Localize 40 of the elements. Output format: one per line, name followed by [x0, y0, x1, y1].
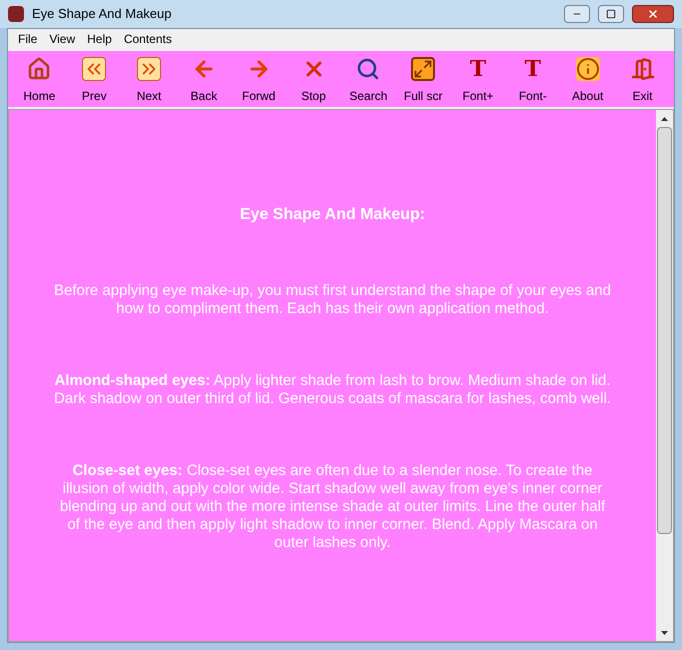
toolbar-button[interactable]: Exit [616, 57, 669, 105]
window-title: Eye Shape And Makeup [32, 5, 172, 24]
search-icon [356, 57, 380, 81]
menu-item[interactable]: Contents [118, 30, 178, 48]
maximize-button[interactable] [598, 5, 624, 23]
menu-item[interactable]: Help [81, 30, 118, 48]
house-icon [27, 57, 52, 81]
info-icon [576, 57, 600, 81]
font-down-icon: T [520, 57, 545, 81]
minimize-button[interactable] [564, 5, 590, 23]
font-up-icon: T [466, 57, 490, 81]
scroll-up-icon[interactable] [661, 116, 668, 120]
fullscreen-icon [411, 57, 436, 81]
toolbar-button[interactable]: Search [342, 57, 394, 105]
page-left-icon [82, 57, 106, 81]
scroll-thumb[interactable] [657, 127, 672, 534]
page-right-icon [137, 57, 162, 81]
toolbar-button[interactable]: Full scr [397, 57, 450, 105]
toolbar-button[interactable]: T Font+ [452, 57, 504, 105]
toolbar-button[interactable]: Forwd [232, 57, 285, 105]
toolbar-button[interactable]: Stop [288, 57, 340, 105]
door-icon [630, 57, 655, 81]
page-heading: Eye Shape And Makeup: [240, 206, 426, 224]
paragraph: Before applying eye make-up, you must first understand the shape of your eyes and how to compliment them. Each has their own application method. [53, 282, 612, 318]
toolbar-button[interactable]: Prev [68, 57, 120, 105]
toolbar-button[interactable]: About [562, 57, 614, 105]
app-icon [8, 6, 24, 22]
maximize-icon [606, 9, 616, 19]
menu-item[interactable]: File [12, 30, 44, 48]
scrollbar[interactable] [656, 110, 673, 641]
menu-item[interactable]: View [43, 30, 82, 48]
toolbar-button[interactable]: T Font- [506, 57, 559, 105]
toolbar-button[interactable]: Back [178, 57, 230, 105]
close-button[interactable] [632, 5, 674, 23]
paragraph: Almond-shaped eyes: Apply lighter shade from lash to brow. Medium shade on lid. Dark shadow on outer third of lid. Generous coats of mascara for lashes, comb well. [53, 372, 612, 408]
toolbar-button[interactable]: Home [13, 57, 66, 105]
close-icon [647, 8, 659, 20]
toolbar-button[interactable]: Next [123, 57, 176, 105]
paragraph: Close-set eyes: Close-set eyes are often due to a slender nose. To create the illusion of width, apply color wide. Start shadow well away from eye's inner corner blending up and out with the more intense shade at outer limits. Line the outer half of the eye and then apply light shadow to inner corner. Blend. Apply Mascara on outer lashes only. [58, 462, 606, 552]
scroll-down-icon[interactable] [661, 630, 668, 634]
